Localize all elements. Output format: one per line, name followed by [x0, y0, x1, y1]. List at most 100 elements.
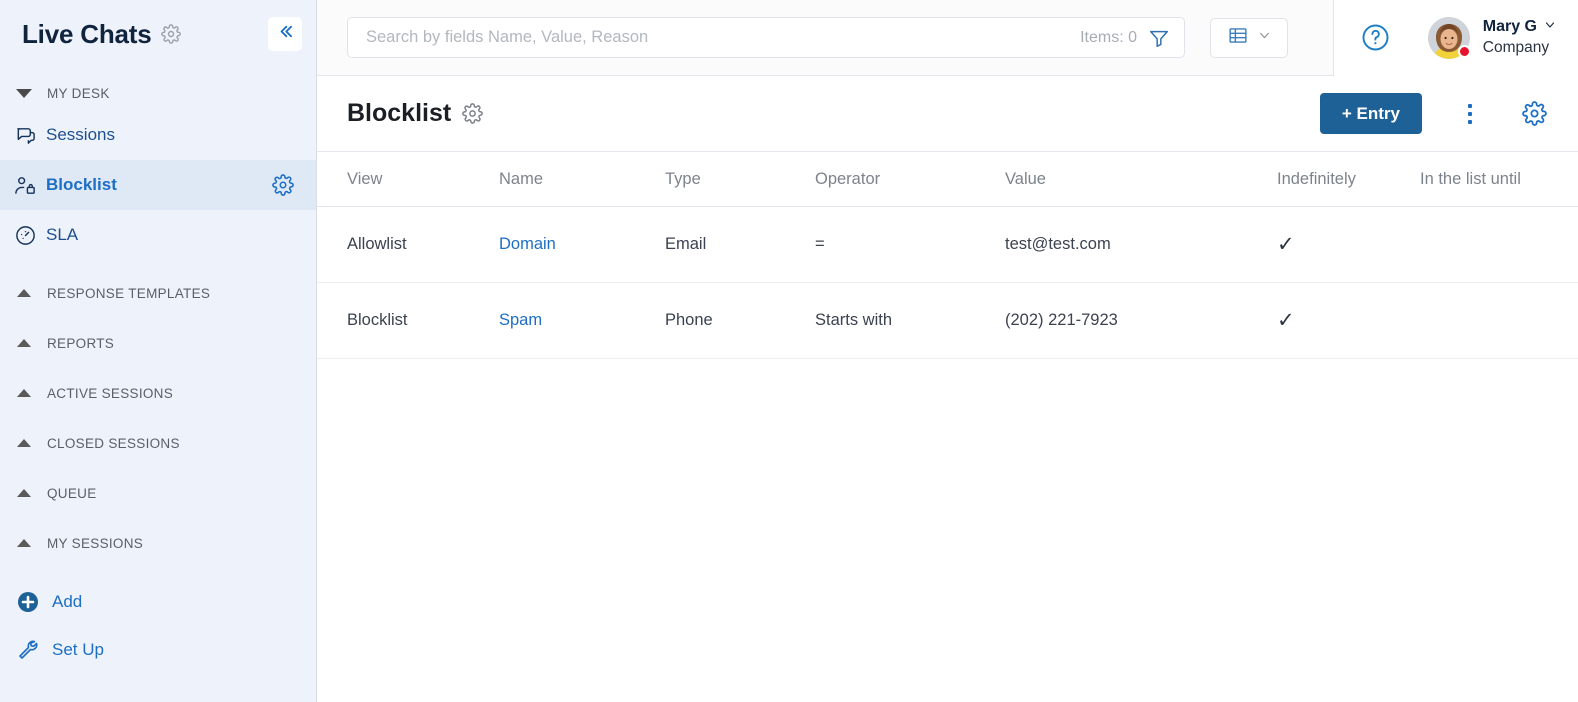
search-box[interactable]: Items: 0 — [347, 17, 1185, 58]
triangle-up-icon — [17, 289, 31, 297]
sidebar-group-label: REPORTS — [47, 335, 115, 351]
triangle-up-icon — [17, 539, 31, 547]
add-entry-button[interactable]: + Entry — [1319, 93, 1422, 134]
triangle-up-icon — [17, 389, 31, 397]
funnel-icon[interactable] — [1148, 27, 1170, 49]
table-body: Allowlist Domain Email = test@test.com ✓… — [317, 206, 1578, 359]
cell-indefinitely: ✓ — [1277, 206, 1420, 283]
sidebar-header: Live Chats — [0, 0, 316, 68]
user-name: Mary G — [1482, 18, 1537, 36]
table-row[interactable]: Blocklist Spam Phone Starts with (202) 2… — [317, 282, 1578, 359]
app-root: Live Chats MY DESK Sessions Blocklist SL… — [0, 0, 1578, 702]
sidebar: Live Chats MY DESK Sessions Blocklist SL… — [0, 0, 317, 702]
search-input[interactable] — [366, 28, 1081, 47]
user-company: Company — [1482, 38, 1550, 56]
question-circle-icon[interactable] — [1360, 22, 1391, 53]
user-lock-icon — [8, 174, 42, 197]
table-grid-icon — [1227, 25, 1249, 51]
avatar — [1427, 16, 1471, 59]
sidebar-group-response-templates[interactable]: RESPONSE TEMPLATES — [0, 276, 316, 310]
column-header-name[interactable]: Name — [499, 152, 665, 207]
items-count: Items: 0 — [1080, 28, 1137, 46]
sidebar-group-label: CLOSED SESSIONS — [47, 435, 180, 451]
more-vertical-icon[interactable] — [1448, 92, 1492, 136]
cell-indefinitely: ✓ — [1277, 282, 1420, 359]
chat-bubbles-icon — [8, 124, 42, 147]
sidebar-item-sessions[interactable]: Sessions — [0, 110, 316, 160]
cell-name: Spam — [499, 282, 665, 359]
cell-type: Email — [665, 206, 815, 283]
table-header-row: View Name Type Operator Value Indefinite… — [317, 152, 1578, 207]
user-name-row: Mary G — [1483, 17, 1556, 37]
sidebar-group-reports[interactable]: REPORTS — [0, 326, 316, 360]
triangle-up-icon — [17, 339, 31, 347]
sidebar-group-my-sessions[interactable]: MY SESSIONS — [0, 526, 316, 560]
user-menu[interactable]: Mary G Company — [1427, 16, 1556, 59]
check-icon: ✓ — [1277, 308, 1295, 332]
sidebar-item-label: Sessions — [46, 125, 115, 144]
check-icon: ✓ — [1277, 232, 1295, 256]
sidebar-item-label: Blocklist — [46, 175, 117, 194]
view-mode-select[interactable] — [1210, 17, 1288, 58]
column-header-operator[interactable]: Operator — [815, 152, 1005, 207]
blocklist-table-area: View Name Type Operator Value Indefinite… — [317, 152, 1578, 702]
top-toolbar: Items: 0 — [317, 0, 1578, 76]
cell-value: test@test.com — [1005, 206, 1277, 283]
sidebar-group-label: QUEUE — [47, 485, 97, 501]
cell-operator: Starts with — [815, 282, 1005, 359]
sidebar-add-label: Add — [52, 592, 83, 611]
sidebar-setup-button[interactable]: Set Up — [0, 626, 316, 674]
sidebar-group-closed-sessions[interactable]: CLOSED SESSIONS — [0, 426, 316, 460]
column-header-type[interactable]: Type — [665, 152, 815, 207]
gear-icon[interactable] — [1512, 92, 1556, 136]
plus-circle-icon — [13, 590, 43, 614]
gear-icon[interactable] — [160, 24, 181, 44]
app-title: Live Chats — [22, 18, 152, 49]
main-area: Items: 0 — [317, 0, 1578, 702]
sidebar-group-label: MY DESK — [47, 85, 110, 101]
page-title: Blocklist — [347, 99, 452, 127]
more-dots — [1468, 103, 1472, 124]
cell-view: Allowlist — [317, 206, 499, 283]
gear-icon[interactable] — [272, 174, 294, 196]
page-header: Blocklist + Entry — [317, 76, 1578, 152]
column-header-indefinitely[interactable]: Indefinitely — [1277, 152, 1420, 207]
cell-name: Domain — [499, 206, 665, 283]
sidebar-group-label: MY SESSIONS — [47, 535, 144, 551]
column-header-in-the-list-until[interactable]: In the list until — [1420, 152, 1578, 207]
status-indicator-dot — [1457, 44, 1471, 58]
table-head: View Name Type Operator Value Indefinite… — [317, 152, 1578, 207]
sidebar-setup-label: Set Up — [52, 640, 104, 659]
cell-in-the-list-until — [1420, 282, 1578, 359]
triangle-up-icon — [17, 439, 31, 447]
sidebar-item-sla[interactable]: SLA — [0, 210, 316, 260]
sidebar-item-label: SLA — [46, 225, 79, 244]
cell-operator: = — [815, 206, 1005, 283]
chevron-down-icon — [1544, 17, 1556, 37]
column-header-view[interactable]: View — [317, 152, 499, 207]
sidebar-group-active-sessions[interactable]: ACTIVE SESSIONS — [0, 376, 316, 410]
chevron-double-left-icon — [276, 22, 295, 46]
chevron-down-icon — [1258, 29, 1271, 47]
sidebar-add-button[interactable]: Add — [0, 578, 316, 626]
cell-view: Blocklist — [317, 282, 499, 359]
speedometer-icon — [8, 224, 42, 247]
sidebar-item-blocklist[interactable]: Blocklist — [0, 160, 316, 210]
table-row[interactable]: Allowlist Domain Email = test@test.com ✓ — [317, 206, 1578, 283]
blocklist-table: View Name Type Operator Value Indefinite… — [317, 152, 1578, 359]
name-link[interactable]: Spam — [499, 311, 542, 329]
cell-value: (202) 221-7923 — [1005, 282, 1277, 359]
gear-icon[interactable] — [462, 103, 483, 124]
sidebar-group-queue[interactable]: QUEUE — [0, 476, 316, 510]
wrench-icon — [13, 638, 43, 662]
sidebar-collapse-button[interactable] — [268, 17, 302, 51]
column-header-value[interactable]: Value — [1005, 152, 1277, 207]
sidebar-group-label: RESPONSE TEMPLATES — [47, 285, 211, 301]
user-info: Mary G Company — [1483, 17, 1556, 57]
triangle-down-icon — [16, 88, 32, 98]
name-link[interactable]: Domain — [499, 235, 556, 253]
topbar-right-cluster: Mary G Company — [1332, 0, 1578, 76]
cell-in-the-list-until — [1420, 206, 1578, 283]
sidebar-group-my-desk[interactable]: MY DESK — [0, 76, 316, 110]
